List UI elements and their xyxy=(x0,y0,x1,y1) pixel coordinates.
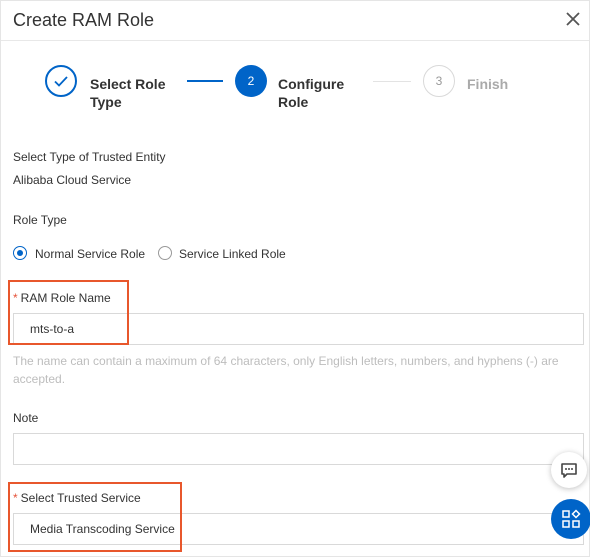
role-type-label: Role Type xyxy=(13,213,67,227)
note-label: Note xyxy=(13,411,39,425)
role-name-label-text: RAM Role Name xyxy=(20,291,111,305)
step-3-circle: 3 xyxy=(423,65,455,97)
step-2-circle: 2 xyxy=(235,65,267,97)
note-input[interactable] xyxy=(13,433,584,465)
step-connector-2 xyxy=(373,81,411,82)
step-1-label: Select Role Type xyxy=(90,76,166,110)
chat-button[interactable] xyxy=(551,452,587,488)
trusted-service-label: * Select Trusted Service xyxy=(13,491,141,505)
dialog-title: Create RAM Role xyxy=(13,10,155,30)
check-icon xyxy=(54,76,68,87)
apps-icon xyxy=(562,509,581,528)
step-2-label: Configure Role xyxy=(278,76,345,110)
role-name-input[interactable]: mts-to-a xyxy=(13,313,584,345)
radio-service-linked-role[interactable] xyxy=(158,246,172,260)
radio-normal-service-role[interactable] xyxy=(13,246,27,260)
role-name-hint: The name can contain a maximum of 64 cha… xyxy=(13,354,559,386)
role-name-label: * RAM Role Name xyxy=(13,291,111,305)
required-mark: * xyxy=(13,291,18,305)
step-1-circle xyxy=(45,65,77,97)
radio-label-normal-service-role[interactable]: Normal Service Role xyxy=(35,247,145,261)
close-icon[interactable] xyxy=(563,9,583,29)
step-connector-1 xyxy=(187,80,223,82)
trusted-entity-label: Select Type of Trusted Entity xyxy=(13,150,166,164)
radio-label-service-linked-role[interactable]: Service Linked Role xyxy=(179,247,286,261)
step-3-label: Finish xyxy=(467,76,509,92)
required-mark: * xyxy=(13,491,18,505)
apps-button[interactable] xyxy=(551,499,590,539)
trusted-service-select[interactable]: Media Transcoding Service xyxy=(13,513,584,545)
chat-icon xyxy=(561,463,577,478)
create-ram-role-dialog: Create RAM Role Select Role Type 2 Confi… xyxy=(0,0,590,557)
trusted-entity-value: Alibaba Cloud Service xyxy=(13,173,132,187)
trusted-service-label-text: Select Trusted Service xyxy=(20,491,141,505)
dialog-header: Create RAM Role xyxy=(1,1,589,41)
